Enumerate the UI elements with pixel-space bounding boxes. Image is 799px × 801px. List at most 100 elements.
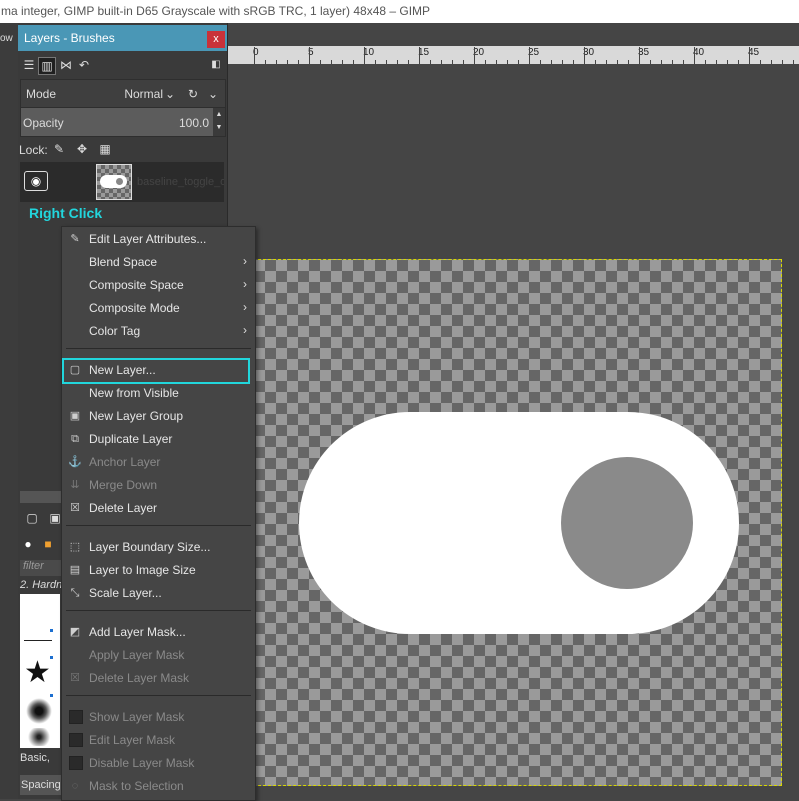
layer-context-menu: ✎ Edit Layer Attributes... Blend Space ›…: [61, 226, 256, 801]
delete-mask-icon: ☒: [70, 672, 80, 684]
ruler-tick: [254, 47, 255, 64]
brush-texture[interactable]: [23, 728, 55, 746]
lock-pixels-icon[interactable]: ✎: [51, 141, 67, 157]
layer-item[interactable]: ◉ baseline_toggle_o: [20, 162, 224, 202]
menu-item-label: New Layer...: [89, 363, 156, 377]
checkbox[interactable]: [69, 733, 83, 747]
menu-item-edit-layer-attributes[interactable]: ✎ Edit Layer Attributes...: [62, 228, 255, 250]
mode-select[interactable]: Normal: [124, 87, 163, 101]
chevron-right-icon: ›: [243, 323, 247, 337]
ruler-tick: [364, 47, 365, 64]
menu-item-label: Edit Layer Mask: [89, 733, 176, 747]
menu-item-label: New from Visible: [89, 386, 179, 400]
menu-item-label: Layer Boundary Size...: [89, 540, 211, 554]
menu-separator: [66, 525, 251, 526]
menu-separator: [66, 695, 251, 696]
opacity-label: Opacity: [23, 116, 64, 130]
brush-filter-input[interactable]: filter: [20, 560, 63, 576]
brush-star-icon[interactable]: ★: [24, 658, 51, 688]
menu-item-scale-layer[interactable]: ⤡ Scale Layer...: [62, 582, 255, 604]
delete-icon: ☒: [70, 502, 80, 514]
mask-to-selection-icon: ◌: [71, 780, 79, 792]
menu-item-edit-layer-mask[interactable]: Edit Layer Mask: [62, 729, 255, 751]
chevron-right-icon: ›: [243, 254, 247, 268]
menu-item-add-layer-mask[interactable]: ◩ Add Layer Mask...: [62, 621, 255, 643]
menu-item-label: Composite Space: [89, 278, 184, 292]
ruler-tick: [529, 47, 530, 64]
menu-item-label: New Layer Group: [89, 409, 184, 423]
layers-tab-icon[interactable]: ☰: [21, 57, 37, 73]
chevron-right-icon: ›: [243, 277, 247, 291]
chevron-down-icon[interactable]: ⌄: [161, 85, 179, 103]
lock-alpha-icon[interactable]: ▦: [97, 141, 113, 157]
menu-item-layer-to-image-size[interactable]: ▤ Layer to Image Size: [62, 559, 255, 581]
merge-down-icon: ⇊: [70, 479, 80, 491]
ruler-tick: [474, 47, 475, 64]
undo-history-tab-icon[interactable]: ↶: [76, 57, 92, 73]
pattern-icon[interactable]: ■: [40, 536, 56, 552]
brush-preset-label: Basic,: [20, 752, 50, 764]
new-layer-group-icon: ▣: [69, 410, 81, 422]
layer-name[interactable]: baseline_toggle_o: [137, 176, 224, 188]
anchor-icon: ⚓: [68, 456, 82, 468]
menu-item-label: Composite Mode: [89, 301, 180, 315]
menu-item-label: Edit Layer Attributes...: [89, 232, 207, 246]
close-button[interactable]: x: [207, 31, 225, 48]
menu-item-anchor-layer[interactable]: ⚓ Anchor Layer: [62, 451, 255, 473]
menu-item-layer-boundary-size[interactable]: ⬚ Layer Boundary Size...: [62, 536, 255, 558]
checkbox[interactable]: [69, 710, 83, 724]
spacing-slider[interactable]: Spacing: [20, 775, 61, 795]
menu-item-mask-to-selection[interactable]: ◌ Mask to Selection: [62, 775, 255, 797]
opacity-slider[interactable]: Opacity 100.0 ▲ ▼: [20, 107, 226, 137]
menu-item-merge-down[interactable]: ⇊ Merge Down: [62, 474, 255, 496]
menu-item-new-layer-group[interactable]: ▣ New Layer Group: [62, 405, 255, 427]
paths-tab-icon[interactable]: ⋈: [58, 57, 74, 73]
menu-item-new-layer[interactable]: ▢ New Layer...: [62, 359, 255, 381]
lock-label: Lock:: [19, 143, 48, 157]
menu-item-show-layer-mask[interactable]: Show Layer Mask: [62, 706, 255, 728]
menu-item-label: Layer to Image Size: [89, 563, 196, 577]
menu-item-disable-layer-mask[interactable]: Disable Layer Mask: [62, 752, 255, 774]
image-canvas[interactable]: [253, 259, 782, 786]
menu-item-delete-layer-mask[interactable]: ☒ Delete Layer Mask: [62, 667, 255, 689]
menu-separator: [66, 348, 251, 349]
menu-item-delete-layer[interactable]: ☒ Delete Layer: [62, 497, 255, 519]
brush-line[interactable]: [24, 640, 52, 641]
brush-splat[interactable]: [26, 698, 52, 724]
brush-circle-icon[interactable]: ●: [20, 536, 36, 552]
menu-item-label: Delete Layer Mask: [89, 671, 190, 685]
menu-item-new-from-visible[interactable]: New from Visible: [62, 382, 255, 404]
menu-item-label: Mask to Selection: [89, 779, 184, 793]
horizontal-ruler[interactable]: 0 5 10 15 20 25 30 35 40 45: [227, 46, 799, 65]
checkbox[interactable]: [69, 756, 83, 770]
toggle-graphic: [299, 412, 739, 634]
menu-item-label: Show Layer Mask: [89, 710, 185, 724]
chevron-down-icon[interactable]: ⌄: [204, 85, 222, 103]
menu-item-composite-mode[interactable]: Composite Mode ›: [62, 297, 255, 319]
menu-item-label: Add Layer Mask...: [89, 625, 186, 639]
lock-position-icon[interactable]: ✥: [74, 141, 90, 157]
menu-item-color-tag[interactable]: Color Tag ›: [62, 320, 255, 342]
menu-item-label: Merge Down: [89, 478, 158, 492]
opacity-value[interactable]: 100.0: [179, 116, 209, 130]
menu-item-apply-layer-mask[interactable]: Apply Layer Mask: [62, 644, 255, 666]
menu-item-blend-space[interactable]: Blend Space ›: [62, 251, 255, 273]
layer-thumbnail: [96, 164, 132, 200]
dock-menu-icon[interactable]: ◧: [208, 57, 224, 73]
toolbox-edge-label: ow: [0, 33, 13, 44]
dock-title-bar[interactable]: Layers - Brushes x: [18, 25, 227, 51]
new-layer-icon[interactable]: ▢: [23, 509, 41, 527]
menu-item-duplicate-layer[interactable]: ⧉ Duplicate Layer: [62, 428, 255, 450]
brush-marker: [50, 694, 53, 697]
dock-title: Layers - Brushes: [24, 31, 115, 45]
brush-marker: [50, 656, 53, 659]
menu-item-composite-space[interactable]: Composite Space ›: [62, 274, 255, 296]
window-title-bar: ma integer, GIMP built-in D65 Grayscale …: [0, 0, 799, 23]
channels-tab-icon[interactable]: ▥: [38, 57, 56, 75]
reset-mode-icon[interactable]: ↻: [184, 85, 202, 103]
brush-grid[interactable]: ★: [20, 594, 60, 748]
chevron-right-icon: ›: [243, 300, 247, 314]
visibility-eye-icon[interactable]: ◉: [24, 171, 48, 191]
opacity-spinner[interactable]: ▲ ▼: [213, 108, 225, 136]
layer-to-image-size-icon: ▤: [69, 564, 81, 576]
